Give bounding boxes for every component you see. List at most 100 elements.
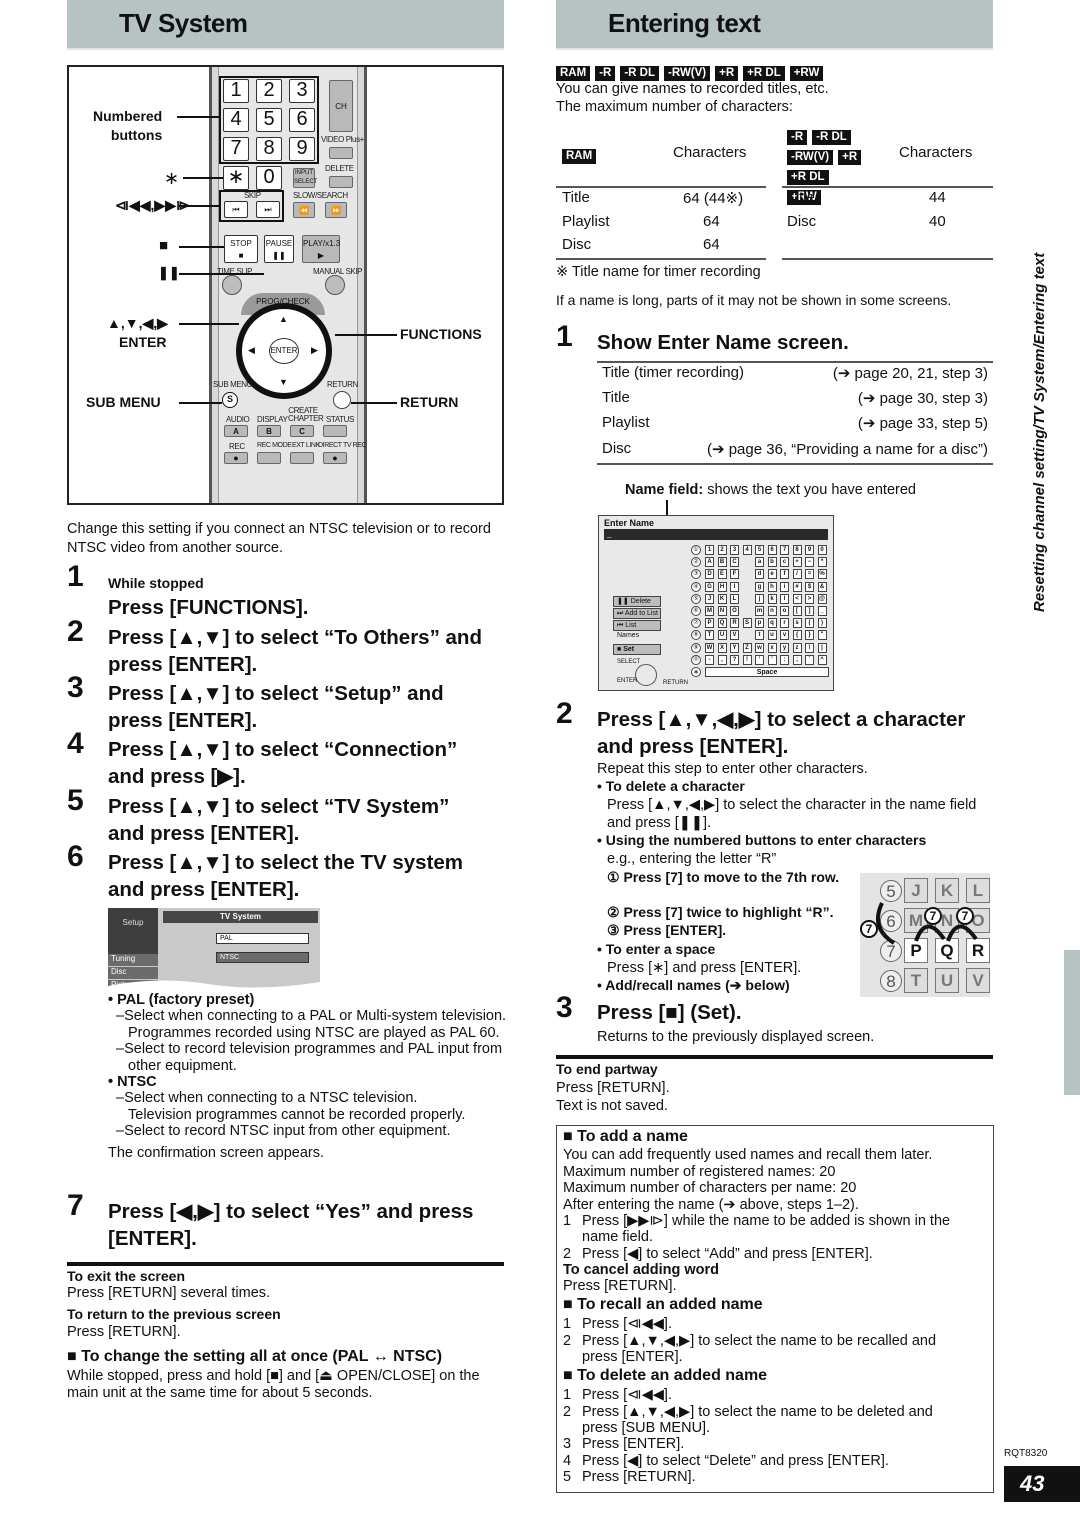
character-key[interactable]: 0 [817,545,827,555]
character-key[interactable]: | [817,642,827,653]
character-key[interactable]: T [705,630,714,641]
character-key[interactable]: y [780,642,789,653]
character-key[interactable]: # [792,581,802,592]
character-key[interactable]: p [755,618,764,629]
character-key[interactable]: ( [805,618,814,629]
character-key[interactable]: s [792,618,802,629]
character-key[interactable]: P [705,618,714,629]
reference-page[interactable]: (➔ page 20, 21, step 3) [602,364,988,382]
side-key-set[interactable]: ■ Set [613,644,661,655]
character-key[interactable]: V [730,630,739,641]
character-key[interactable]: W [705,642,714,653]
character-key[interactable]: i [780,581,789,592]
character-key[interactable]: H [717,581,727,592]
character-key[interactable]: v [780,630,789,641]
character-key[interactable]: _ [817,606,827,616]
character-key[interactable]: 2 [717,545,727,555]
character-key[interactable]: 7 [780,545,789,555]
character-key[interactable]: : [780,654,789,665]
character-key[interactable]: u [767,630,777,641]
character-key[interactable]: h [767,581,777,592]
character-key[interactable]: U [717,630,727,641]
character-key[interactable]: o [780,606,789,616]
character-key[interactable]: q [767,618,777,629]
character-key[interactable]: $ [805,581,814,592]
character-key[interactable]: L [730,593,739,604]
character-key[interactable]: % [817,569,827,580]
character-key[interactable]: " [817,630,827,641]
character-key[interactable]: E [717,569,727,580]
character-key[interactable]: X [717,642,727,653]
character-key[interactable]: @ [817,593,827,604]
character-key[interactable]: 9 [805,545,814,555]
character-key[interactable]: a [755,557,764,568]
character-key[interactable]: 5 [755,545,764,555]
character-key[interactable]: A [705,557,714,568]
character-key[interactable]: e [767,569,777,580]
character-key[interactable]: ] [805,606,814,616]
character-key[interactable]: ; [792,654,802,665]
character-key[interactable]: S [742,618,752,629]
character-key[interactable]: [ [792,606,802,616]
character-key[interactable]: * [817,557,827,568]
character-key[interactable]: − [805,557,814,568]
character-key[interactable]: M [705,606,714,616]
character-key[interactable]: z [792,642,802,653]
character-key[interactable]: O [730,606,739,616]
character-key[interactable]: 4 [742,545,752,555]
character-key[interactable]: Y [730,642,739,653]
add-recall-link[interactable]: • Add/recall names (➔ below) [597,977,790,994]
menu-option-ntsc[interactable]: NTSC [216,952,309,963]
reference-page[interactable]: (➔ page 36, “Providing a name for a disc… [602,440,988,458]
character-key[interactable]: n [767,606,777,616]
name-field[interactable]: _ [604,529,828,540]
character-key[interactable]: Z [742,642,752,653]
character-key[interactable]: J [705,593,714,604]
character-key[interactable]: > [805,593,814,604]
character-key[interactable]: & [817,581,827,592]
character-key[interactable]: ^ [817,654,827,665]
menu-option-pal[interactable]: PAL [216,933,309,944]
character-key[interactable]: / [792,569,802,580]
side-key-delete[interactable]: ❚❚ Delete [613,596,661,607]
space-key[interactable]: Space [705,667,829,677]
character-key[interactable]: ` [805,654,814,665]
character-key[interactable]: } [805,630,814,641]
character-key[interactable]: m [755,606,764,616]
character-key[interactable]: K [717,593,727,604]
character-key[interactable]: c [780,557,789,568]
character-key[interactable]: N [717,606,727,616]
character-key[interactable]: F [730,569,739,580]
character-key[interactable]: w [755,642,764,653]
reference-page[interactable]: (➔ page 30, step 3) [602,389,988,407]
character-key[interactable]: ? [730,654,739,665]
character-key[interactable]: j [755,593,764,604]
character-key[interactable]: ! [742,654,752,665]
character-key[interactable]: C [730,557,739,568]
character-key[interactable]: - [705,654,714,665]
character-key[interactable]: I [730,581,739,592]
character-key[interactable]: Q [717,618,727,629]
character-key[interactable]: R [730,618,739,629]
character-key[interactable]: ) [817,618,827,629]
character-key[interactable]: D [705,569,714,580]
character-key[interactable]: f [780,569,789,580]
character-key[interactable]: 1 [705,545,714,555]
character-key[interactable]: t [755,630,764,641]
character-key[interactable]: r [780,618,789,629]
character-key[interactable]: G [705,581,714,592]
side-key-list-names[interactable]: ⏮ List Names [613,620,661,639]
character-key[interactable]: B [717,557,727,568]
character-key[interactable]: 8 [792,545,802,555]
character-key[interactable]: k [767,593,777,604]
character-key[interactable]: ' [767,654,777,665]
character-key[interactable]: \ [805,642,814,653]
character-key[interactable]: 3 [730,545,739,555]
side-key-add-to-list[interactable]: ⏭ Add to List [613,608,661,619]
character-key[interactable]: , [717,654,727,665]
character-key[interactable]: < [792,593,802,604]
character-key[interactable]: l [780,593,789,604]
character-key[interactable]: + [792,557,802,568]
character-key[interactable]: ' [755,654,764,665]
character-key[interactable]: g [755,581,764,592]
